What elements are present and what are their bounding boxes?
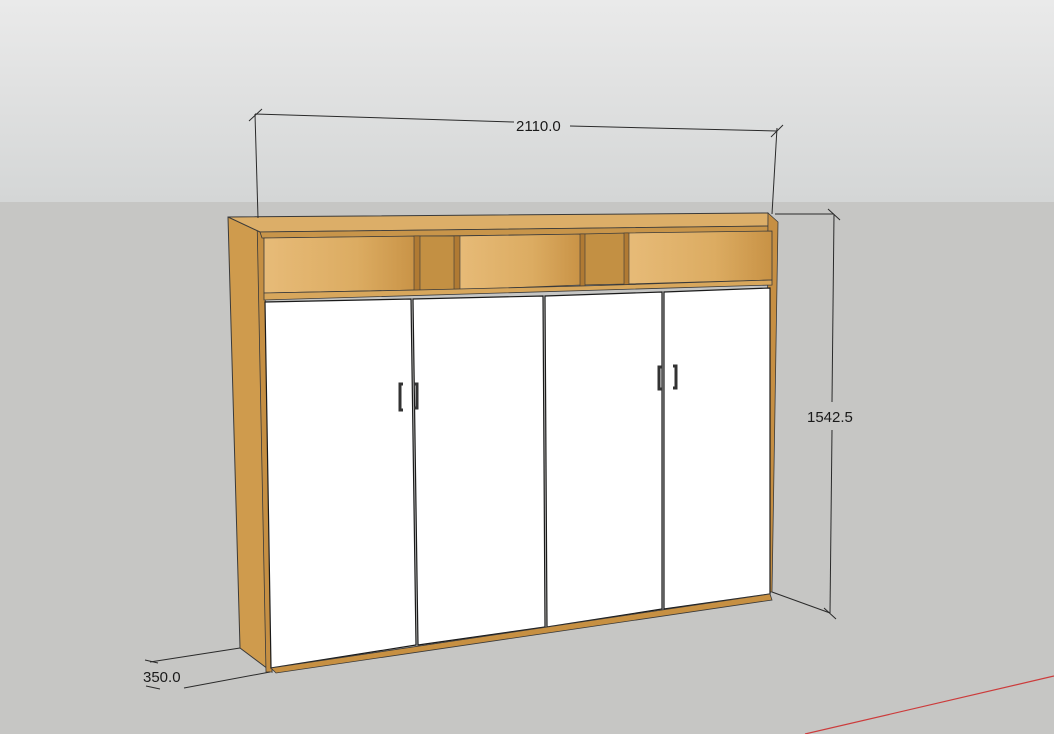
divider-3 bbox=[579, 233, 586, 287]
cabinet[interactable] bbox=[227, 212, 779, 674]
door-4[interactable] bbox=[663, 287, 771, 610]
dimension-height-label: 1542.5 bbox=[807, 409, 853, 426]
dimension-width-label: 2110.0 bbox=[516, 118, 561, 135]
divider-4 bbox=[623, 232, 630, 286]
compartment-4 bbox=[581, 232, 628, 286]
compartment-3 bbox=[455, 233, 583, 291]
compartment-5 bbox=[626, 230, 773, 285]
divider-2 bbox=[453, 235, 461, 292]
sketchup-viewport[interactable]: 2110.0 1542.5 350.0 bbox=[0, 0, 1054, 734]
dimension-depth-label: 350.0 bbox=[143, 669, 181, 686]
door-2[interactable] bbox=[412, 295, 546, 646]
door-3[interactable] bbox=[544, 291, 663, 628]
divider-1 bbox=[413, 235, 421, 293]
model-scene: 2110.0 1542.5 350.0 bbox=[0, 0, 1054, 734]
sky bbox=[0, 0, 1054, 202]
compartment-2 bbox=[417, 235, 457, 291]
compartment-1 bbox=[263, 235, 419, 294]
door-1[interactable] bbox=[264, 298, 417, 669]
